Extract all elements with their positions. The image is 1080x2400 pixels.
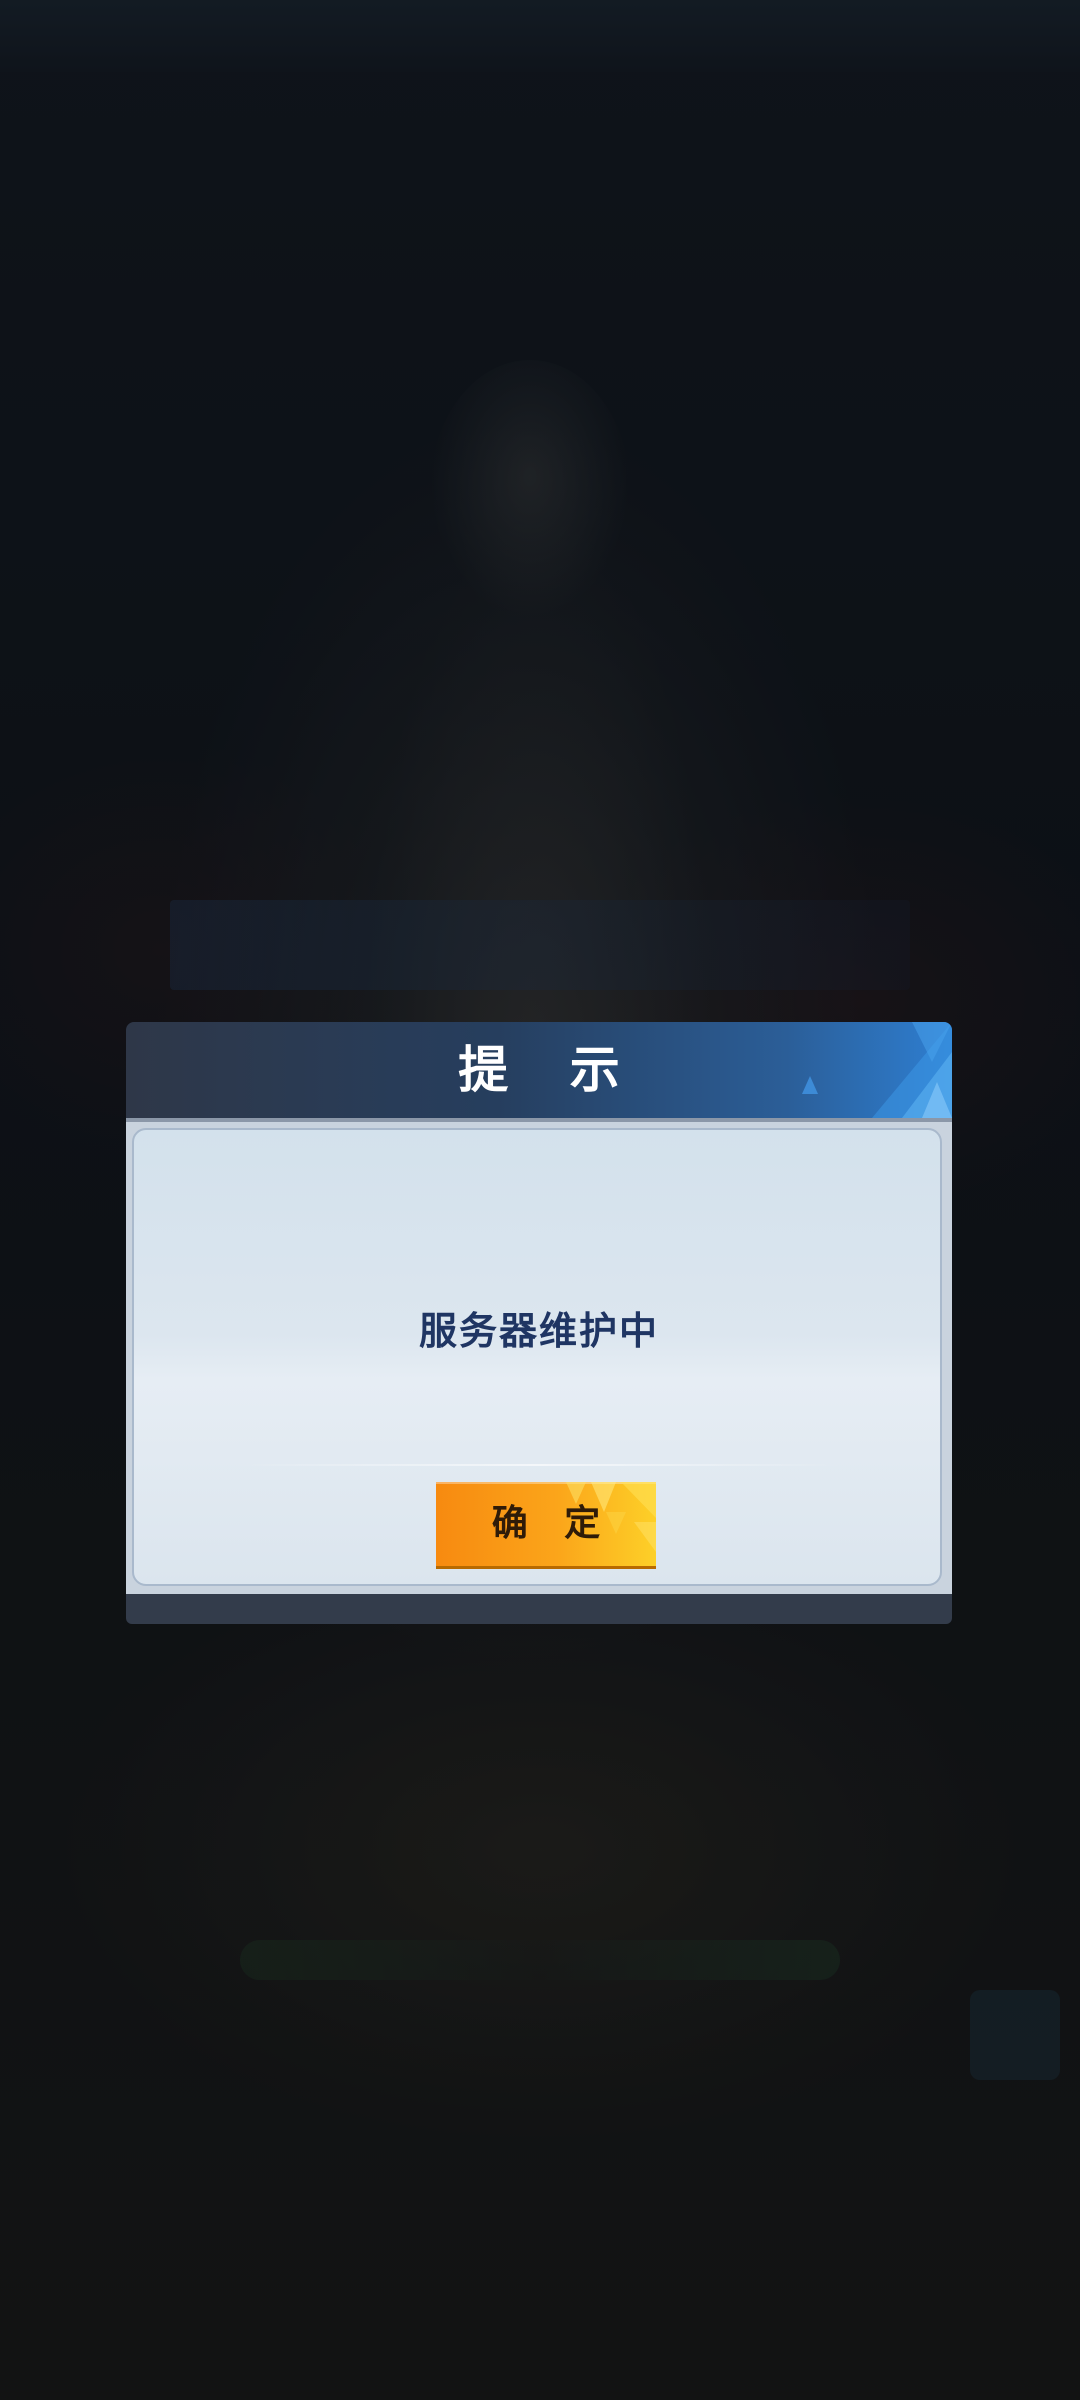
content-divider <box>234 1464 844 1466</box>
dialog-header: 提 示 <box>126 1022 952 1118</box>
dialog-title: 提 示 <box>458 1041 642 1099</box>
confirm-button[interactable]: 确 定 <box>436 1482 656 1566</box>
dialog-body: 服务器维护中 确 定 <box>126 1122 952 1594</box>
confirm-button-label: 确 定 <box>491 1503 613 1544</box>
dialog-content-panel: 服务器维护中 确 定 <box>132 1128 942 1586</box>
notice-dialog: 提 示 服务器维护中 确 定 <box>126 1022 952 1624</box>
dialog-footer <box>126 1594 952 1624</box>
dialog-message: 服务器维护中 <box>418 1309 659 1353</box>
